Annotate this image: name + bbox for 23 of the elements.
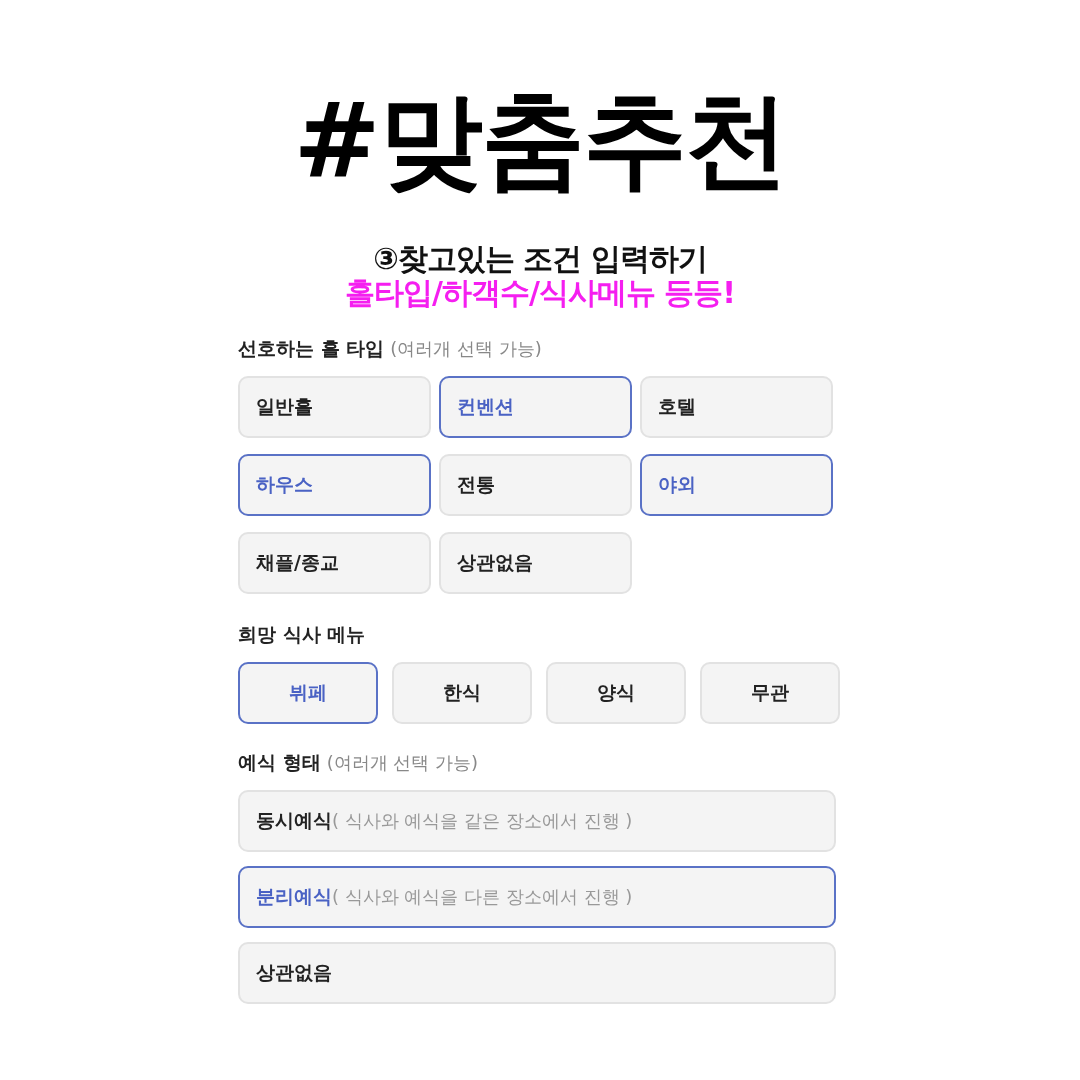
option-button[interactable]: 전통	[439, 454, 632, 516]
option-button[interactable]: 상관없음	[439, 532, 632, 594]
option-button[interactable]: 야외	[640, 454, 833, 516]
option-button[interactable]: 하우스	[238, 454, 431, 516]
section-hint: (여러개 선택 가능)	[326, 751, 479, 775]
headline: #맞춤추천	[293, 80, 787, 200]
option-button[interactable]: 컨벤션	[439, 376, 632, 438]
section-hint: (여러개 선택 가능)	[390, 337, 542, 361]
option-button[interactable]: 채플/종교	[238, 532, 431, 594]
section-label: 선호하는 홀 타입	[238, 336, 385, 361]
option-button[interactable]: 양식	[546, 662, 686, 724]
option-button[interactable]: 호텔	[640, 376, 833, 438]
highlight-text: 홀타입/하객수/식사메뉴 등등!	[344, 276, 735, 310]
option-button[interactable]: 무관	[700, 662, 840, 724]
option-button[interactable]: 분리예식( 식사와 예식을 다른 장소에서 진행 )	[238, 866, 836, 928]
step-title: ③찾고있는 조건 입력하기	[373, 242, 707, 276]
option-button[interactable]: 상관없음	[238, 942, 836, 1004]
section-label: 희망 식사 메뉴	[238, 622, 366, 647]
section-label: 예식 형태	[238, 750, 321, 775]
option-button[interactable]: 일반홀	[238, 376, 431, 438]
option-button[interactable]: 한식	[392, 662, 532, 724]
option-button[interactable]: 뷔페	[238, 662, 378, 724]
option-button[interactable]: 동시예식( 식사와 예식을 같은 장소에서 진행 )	[238, 790, 836, 852]
